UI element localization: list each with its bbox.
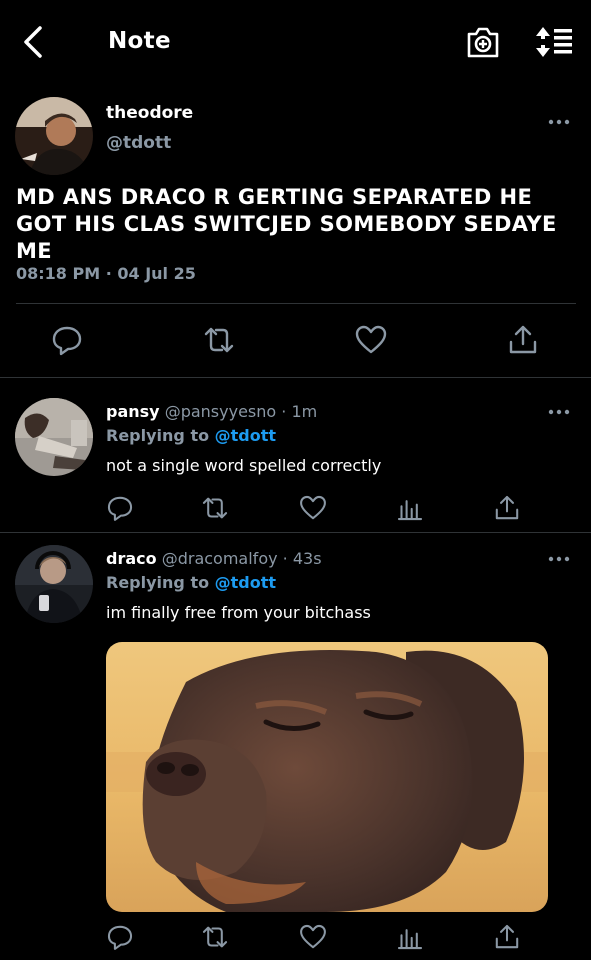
retweet-icon <box>202 926 228 948</box>
display-name[interactable]: theodore <box>106 103 193 123</box>
reply-bubble-icon <box>107 925 133 950</box>
sort-button[interactable] <box>534 25 576 59</box>
replying-prefix: Replying to <box>106 426 215 445</box>
like-button[interactable] <box>355 324 387 356</box>
replying-to: Replying to @tdott <box>106 426 276 445</box>
retweet-button[interactable] <box>201 494 228 521</box>
top-bar: Note <box>0 0 591 84</box>
replying-to: Replying to @tdott <box>106 573 276 592</box>
reply-button[interactable] <box>106 494 133 521</box>
analytics-bars-icon <box>397 929 423 950</box>
analytics-button[interactable] <box>396 494 423 521</box>
reply-button[interactable] <box>51 324 83 356</box>
user-handle[interactable]: @dracomalfoy <box>162 549 278 568</box>
share-icon <box>509 325 537 354</box>
heart-icon <box>300 924 326 949</box>
avatar[interactable] <box>15 398 93 476</box>
share-icon <box>495 924 519 949</box>
avatar[interactable] <box>15 97 93 175</box>
camera-button[interactable] <box>465 24 501 60</box>
tweet-timestamp: 08:18 PM · 04 Jul 25 <box>16 264 196 283</box>
reply-header: draco @dracomalfoy · 43s <box>106 549 322 568</box>
reply-header: pansy @pansyyesno · 1m <box>106 402 317 421</box>
display-name[interactable]: pansy <box>106 402 160 421</box>
separator-dot: · <box>276 402 292 421</box>
share-button[interactable] <box>493 494 520 521</box>
retweet-button[interactable] <box>203 324 235 356</box>
user-handle[interactable]: @pansyyesno <box>165 402 276 421</box>
user-handle[interactable]: @tdott <box>106 133 171 153</box>
main-tweet: theodore @tdott MD ANS DRACO R GERTING S… <box>0 84 591 377</box>
reply-time: 43s <box>292 549 322 568</box>
more-dots-icon[interactable] <box>547 117 571 127</box>
reply-text: not a single word spelled correctly <box>106 456 382 475</box>
camera-plus-icon <box>467 27 499 58</box>
replying-to-link[interactable]: @tdott <box>215 426 276 445</box>
retweet-icon <box>202 497 228 519</box>
sort-list-icon <box>536 27 572 57</box>
reply-bubble-icon <box>52 326 82 356</box>
retweet-icon <box>204 327 234 353</box>
divider <box>16 303 576 304</box>
reply-button[interactable] <box>106 923 133 950</box>
divider <box>0 377 591 378</box>
analytics-bars-icon <box>397 500 423 521</box>
analytics-button[interactable] <box>396 923 423 950</box>
avatar[interactable] <box>15 545 93 623</box>
heart-icon <box>355 325 387 354</box>
tweet-text: MD ANS DRACO R GERTING SEPARATED HE GOT … <box>16 185 557 263</box>
retweet-button[interactable] <box>201 923 228 950</box>
reply-time: 1m <box>291 402 318 421</box>
display-name[interactable]: draco <box>106 549 157 568</box>
replying-prefix: Replying to <box>106 573 215 592</box>
reply-bubble-icon <box>107 496 133 521</box>
more-dots-icon[interactable] <box>547 407 571 417</box>
divider <box>0 532 591 533</box>
replying-to-link[interactable]: @tdott <box>215 573 276 592</box>
back-button[interactable] <box>18 24 50 60</box>
like-button[interactable] <box>299 494 326 521</box>
like-button[interactable] <box>299 923 326 950</box>
share-icon <box>495 495 519 520</box>
more-dots-icon[interactable] <box>547 554 571 564</box>
separator-dot: · <box>277 549 293 568</box>
heart-icon <box>300 495 326 520</box>
share-button[interactable] <box>493 923 520 950</box>
reply-text: im finally free from your bitchass <box>106 603 371 622</box>
share-button[interactable] <box>507 324 539 356</box>
page-title: Note <box>108 28 171 54</box>
dog-photo[interactable] <box>106 642 548 912</box>
chevron-left-icon <box>24 26 42 58</box>
